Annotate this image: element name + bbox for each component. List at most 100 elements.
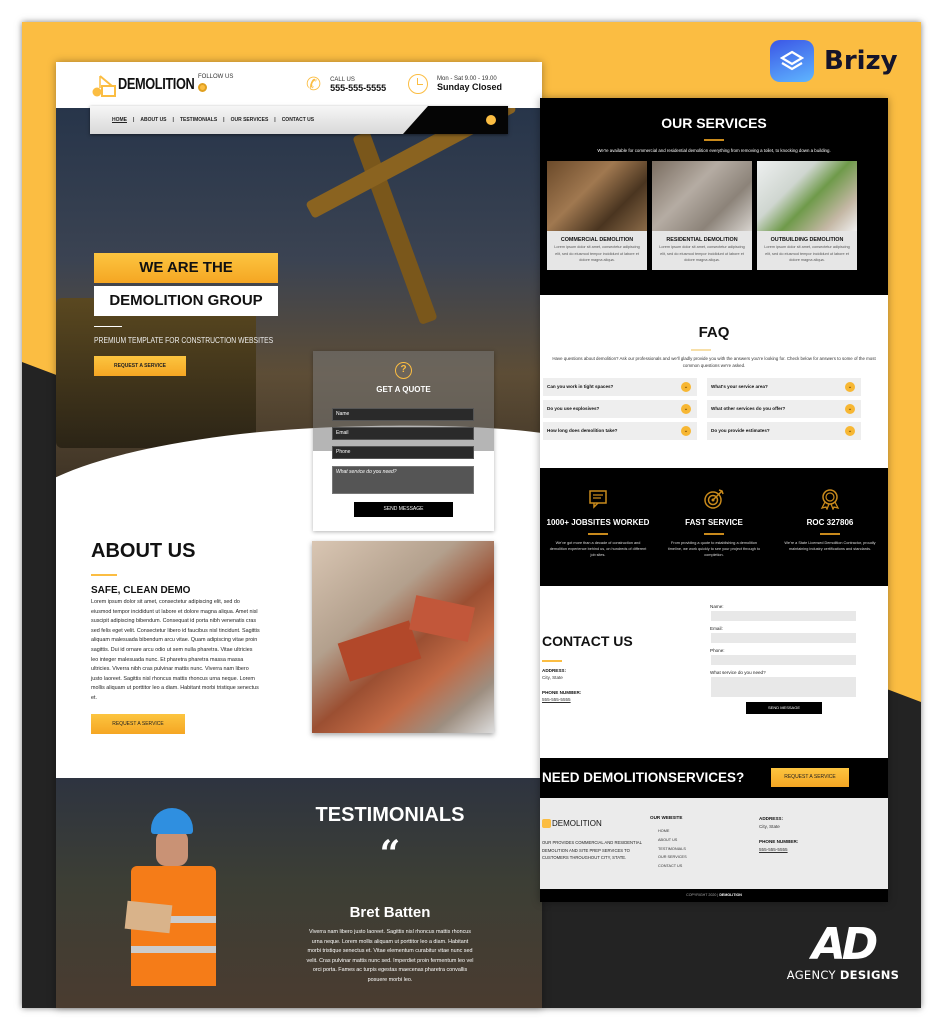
stat-fast-service: FAST SERVICE From providing a quote to e… xyxy=(656,468,772,559)
quote-send-button[interactable]: SEND MESSAGE xyxy=(354,502,453,517)
service-card-outbuilding[interactable]: OUTBUILDING DEMOLITION Lorem ipsum dolor… xyxy=(757,161,857,270)
service-card-text: Lorem ipsum dolor sit amet, consectetur … xyxy=(554,245,640,262)
stat-divider xyxy=(704,533,724,535)
instagram-icon[interactable] xyxy=(486,115,496,125)
nav-separator: | xyxy=(172,117,174,123)
main-navigation: HOME | ABOUT US | TESTIMONIALS | OUR SER… xyxy=(90,106,508,134)
footer-link-services[interactable]: OUR SERVICES xyxy=(658,855,687,859)
faq-section: FAQ Have questions about demolition? Ask… xyxy=(540,295,888,467)
nav-our-services[interactable]: OUR SERVICES xyxy=(231,117,269,123)
footer-link-home[interactable]: HOME xyxy=(658,829,669,833)
faq-item[interactable]: Do you use explosives? ⌄ xyxy=(543,400,697,418)
contact-name-input[interactable] xyxy=(711,611,856,621)
faq-item[interactable]: How long does demolition take? ⌄ xyxy=(543,422,697,440)
agency-name: AGENCY DESIGNS xyxy=(783,968,903,982)
quote-email-input[interactable]: Email xyxy=(332,427,474,440)
nav-home[interactable]: HOME xyxy=(112,117,127,123)
stat-jobsites: 1000+ JOBSITES WORKED We've got more tha… xyxy=(540,468,656,559)
target-icon xyxy=(703,488,725,510)
service-card-title: OUTBUILDING DEMOLITION xyxy=(770,237,844,243)
faq-item[interactable]: What's your service area? ⌄ xyxy=(707,378,861,396)
about-subtitle: SAFE, CLEAN DEMO xyxy=(91,585,191,596)
nav-separator: | xyxy=(133,117,135,123)
about-body: Lorem ipsum dolor sit amet, consectetur … xyxy=(91,599,260,701)
contact-send-button[interactable]: SEND MESSAGE xyxy=(746,702,822,714)
copyright-bar: COPYRIGHT 2020 | DEMOLITION xyxy=(540,889,888,902)
nav-testimonials[interactable]: TESTIMONIALS xyxy=(180,117,217,123)
stat-text: We're a State Licensed Demolition Contra… xyxy=(784,540,876,551)
quote-name-input[interactable]: Name xyxy=(332,408,474,421)
quote-phone-input[interactable]: Phone xyxy=(332,446,474,459)
faq-divider xyxy=(691,349,711,351)
chevron-down-icon[interactable]: ⌄ xyxy=(845,404,855,414)
footer-phone-value[interactable]: 555-555-5555 xyxy=(759,847,788,852)
faq-description: Have questions about demolition? Ask our… xyxy=(552,356,876,368)
follow-us-label: FOLLOW US xyxy=(198,74,234,80)
footer-website-heading: OUR WEBSITE xyxy=(650,815,683,820)
faq-question: What's your service area? xyxy=(711,384,768,389)
header-phone[interactable]: 555-555-5555 xyxy=(330,83,386,93)
stat-title: FAST SERVICE xyxy=(685,518,743,527)
chevron-down-icon[interactable]: ⌄ xyxy=(681,426,691,436)
service-card-residential[interactable]: RESIDENTIAL DEMOLITION Lorem ipsum dolor… xyxy=(652,161,752,270)
testimonials-title: TESTIMONIALS xyxy=(315,804,465,826)
about-title: ABOUT US xyxy=(91,540,196,562)
stat-text: We've got more than a decade of construc… xyxy=(549,540,647,558)
clock-icon xyxy=(408,74,428,94)
stat-divider xyxy=(820,533,840,535)
chevron-down-icon[interactable]: ⌄ xyxy=(845,382,855,392)
faq-item[interactable]: Can you work in tight spaces? ⌄ xyxy=(543,378,697,396)
agency-mark: AD xyxy=(811,919,879,970)
chevron-down-icon[interactable]: ⌄ xyxy=(681,382,691,392)
cta-request-service-button[interactable]: REQUEST A SERVICE xyxy=(771,768,849,787)
footer-link-testimonials[interactable]: TESTIMONIALS xyxy=(658,847,686,851)
business-hours: Mon - Sat 9.00 - 19.00 Sunday Closed xyxy=(408,74,502,94)
service-image xyxy=(547,161,647,231)
contact-address-value: City, State xyxy=(542,675,563,680)
quote-form-title: GET A QUOTE xyxy=(376,385,431,394)
stat-title: 1000+ JOBSITES WORKED xyxy=(546,518,650,527)
service-card-commercial[interactable]: COMMERCIAL DEMOLITION Lorem ipsum dolor … xyxy=(547,161,647,270)
worker-face xyxy=(156,830,188,866)
nav-contact-us[interactable]: CONTACT US xyxy=(282,117,314,123)
contact-phone-input-label: Phone: xyxy=(710,648,725,653)
worker-image xyxy=(124,808,241,1008)
footer-link-contact[interactable]: CONTACT US xyxy=(658,864,682,868)
testimonial-author: Bret Batten xyxy=(349,904,431,921)
chevron-down-icon[interactable]: ⌄ xyxy=(845,426,855,436)
footer-logo[interactable]: DEMOLITION xyxy=(542,819,602,828)
service-card-text: Lorem ipsum dolor sit amet, consectetur … xyxy=(659,245,745,262)
quote-form: ? GET A QUOTE Name Email Phone What serv… xyxy=(313,351,494,531)
footer-phone-label: PHONE NUMBER: xyxy=(759,839,799,844)
faq-item[interactable]: Do you provide estimates? ⌄ xyxy=(707,422,861,440)
services-title: OUR SERVICES xyxy=(661,115,767,131)
hero-title-line2: DEMOLITION GROUP xyxy=(94,286,278,316)
contact-phone-value[interactable]: 555-555-5555 xyxy=(542,697,571,702)
contact-service-label: What service do you need? xyxy=(710,670,766,675)
contact-service-textarea[interactable] xyxy=(711,677,856,697)
contact-email-input[interactable] xyxy=(711,633,856,643)
hours-closed: Sunday Closed xyxy=(437,82,503,92)
nav-about-us[interactable]: ABOUT US xyxy=(140,117,166,123)
testimonials-section: TESTIMONIALS “ Bret Batten Viverra nam l… xyxy=(56,778,542,1008)
faq-item[interactable]: What other services do you offer? ⌄ xyxy=(707,400,861,418)
phone-icon: ✆ xyxy=(306,74,322,94)
hero-request-service-button[interactable]: REQUEST A SERVICE xyxy=(94,356,186,376)
site-logo[interactable]: DEMOLITION xyxy=(92,72,213,98)
about-divider xyxy=(91,574,117,576)
instagram-icon[interactable] xyxy=(198,83,207,92)
quote-service-textarea[interactable]: What service do you need? xyxy=(332,466,474,494)
stat-title: ROC 327806 xyxy=(806,518,854,527)
copyright-text: COPYRIGHT 2020 | xyxy=(686,893,719,897)
agency-designs-logo: AD AGENCY DESIGNS xyxy=(783,919,903,983)
chevron-down-icon[interactable]: ⌄ xyxy=(681,404,691,414)
stat-license: ROC 327806 We're a State Licensed Demoli… xyxy=(772,468,888,552)
about-request-service-button[interactable]: REQUEST A SERVICE xyxy=(91,713,185,734)
contact-divider xyxy=(542,660,562,662)
footer-about: OUR PROVIDES COMMERCIAL AND RESIDENTIAL … xyxy=(542,840,642,860)
hero-divider xyxy=(94,326,122,327)
contact-title: CONTACT US xyxy=(542,633,633,649)
brizy-branding: Brizy xyxy=(770,40,898,82)
contact-phone-input[interactable] xyxy=(711,655,856,665)
footer-link-about[interactable]: ABOUT US xyxy=(658,838,677,842)
